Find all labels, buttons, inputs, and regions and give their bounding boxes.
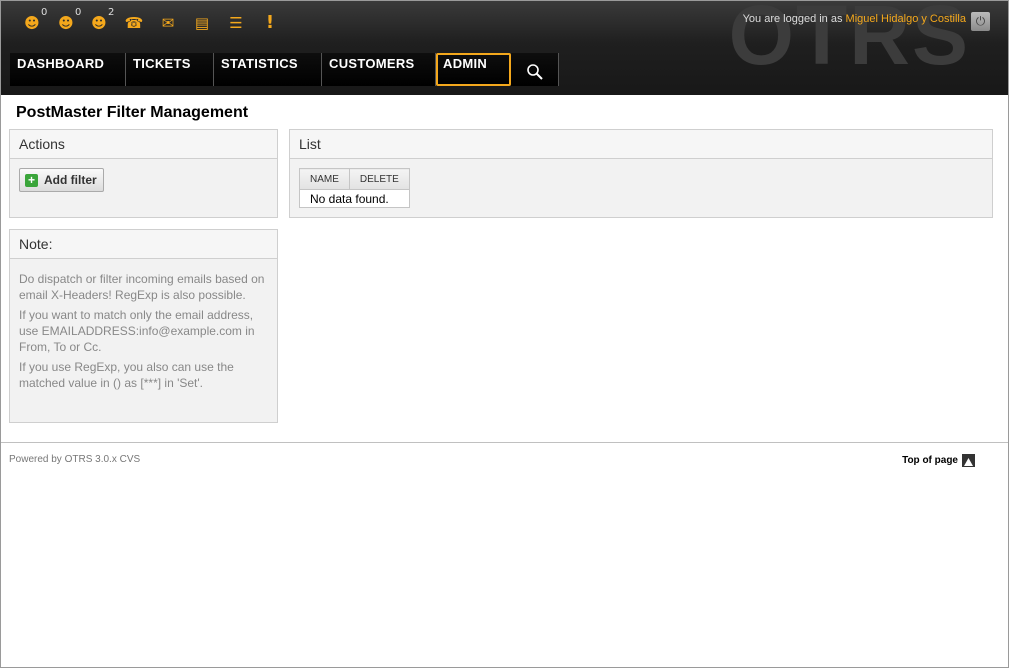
nav-admin[interactable]: ADMIN bbox=[436, 53, 511, 86]
new-phone-ticket-icon[interactable]: ☎ bbox=[123, 11, 145, 35]
add-filter-label: Add filter bbox=[44, 173, 97, 187]
note-paragraph: Do dispatch or filter incoming emails ba… bbox=[19, 272, 265, 302]
responsible-tickets-icon[interactable]: ☻ 2 bbox=[88, 8, 114, 35]
user-name-link[interactable]: Miguel Hidalgo y Costilla bbox=[846, 13, 966, 25]
filter-table: NAME DELETE No data found. bbox=[299, 168, 410, 208]
watched-tickets-count: 0 bbox=[75, 7, 82, 18]
new-email-ticket-icon[interactable]: ✉ bbox=[157, 11, 179, 35]
status-view-icon[interactable]: ☰ bbox=[225, 11, 247, 35]
add-filter-button[interactable]: + Add filter bbox=[19, 168, 104, 192]
nav-dashboard[interactable]: DASHBOARD bbox=[10, 53, 126, 86]
table-header-row: NAME DELETE bbox=[299, 168, 410, 190]
page-title: PostMaster Filter Management bbox=[16, 104, 249, 121]
nav-statistics[interactable]: STATISTICS bbox=[214, 53, 322, 86]
note-heading: Note: bbox=[10, 230, 277, 259]
logout-power-icon[interactable]: ⏻ bbox=[971, 12, 990, 31]
login-text: You are logged in as bbox=[742, 13, 843, 25]
nav-tickets[interactable]: TICKETS bbox=[126, 53, 214, 86]
table-row: No data found. bbox=[299, 189, 410, 208]
header-bar: OTRS ☻ 0 ☻ 0 ☻ 2 ☎ ✉ ▤ ☰ ! You are logge… bbox=[1, 1, 1008, 95]
note-body: Do dispatch or filter incoming emails ba… bbox=[10, 259, 277, 407]
note-box: Note: Do dispatch or filter incoming ema… bbox=[9, 229, 278, 423]
actions-box: Actions + Add filter bbox=[9, 129, 278, 218]
watched-tickets-icon[interactable]: ☻ 0 bbox=[55, 8, 81, 35]
plus-icon: + bbox=[25, 173, 38, 187]
nav-customers[interactable]: CUSTOMERS bbox=[322, 53, 436, 86]
column-header-name[interactable]: NAME bbox=[299, 168, 350, 190]
top-of-page-label: Top of page bbox=[902, 455, 958, 466]
login-info: You are logged in as Miguel Hidalgo y Co… bbox=[743, 13, 966, 25]
note-paragraph: If you want to match only the email addr… bbox=[19, 308, 255, 354]
actions-heading: Actions bbox=[10, 130, 277, 159]
footer-divider bbox=[1, 442, 1008, 443]
search-icon bbox=[526, 63, 543, 80]
list-box: List NAME DELETE No data found. bbox=[289, 129, 993, 218]
locked-tickets-count: 0 bbox=[41, 7, 48, 18]
powered-by-text: Powered by OTRS 3.0.x CVS bbox=[9, 454, 141, 465]
column-header-delete[interactable]: DELETE bbox=[348, 168, 410, 190]
main-navigation: DASHBOARD TICKETS STATISTICS CUSTOMERS A… bbox=[10, 53, 559, 87]
queue-view-icon[interactable]: ▤ bbox=[191, 11, 213, 35]
arrow-up-icon bbox=[962, 454, 975, 467]
top-of-page-link[interactable]: Top of page bbox=[902, 454, 975, 467]
nav-search[interactable] bbox=[511, 53, 559, 86]
note-paragraph: If you use RegExp, you also can use the … bbox=[19, 360, 234, 390]
locked-tickets-icon[interactable]: ☻ 0 bbox=[21, 8, 47, 35]
empty-message: No data found. bbox=[299, 189, 410, 208]
responsible-tickets-count: 2 bbox=[108, 7, 115, 18]
escalation-view-icon[interactable]: ! bbox=[259, 11, 281, 35]
list-heading: List bbox=[290, 130, 992, 159]
